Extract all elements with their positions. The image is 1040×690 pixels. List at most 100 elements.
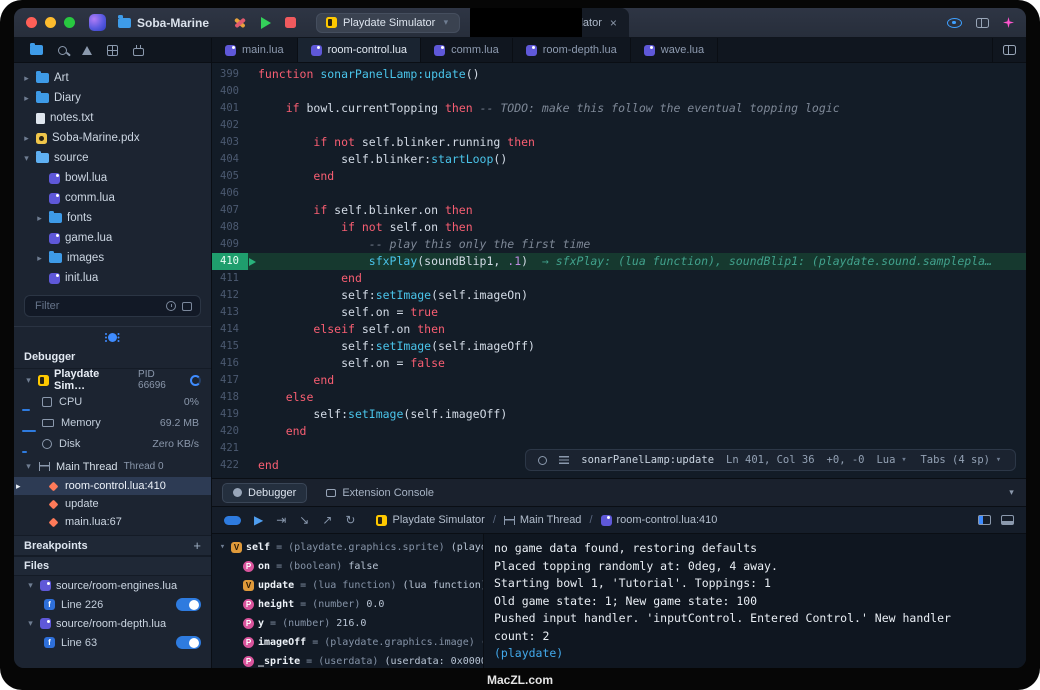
continue-button[interactable] bbox=[254, 514, 263, 526]
code-line-402[interactable]: 402 bbox=[212, 117, 1026, 134]
line-number[interactable]: 399 bbox=[212, 66, 248, 83]
line-number[interactable]: 414 bbox=[212, 321, 248, 338]
build-tools-icon[interactable] bbox=[233, 16, 247, 29]
variable-imageOff[interactable]: PimageOff = (playdate.graphics.image) (p… bbox=[212, 633, 483, 652]
tree-item-images[interactable]: images bbox=[14, 248, 211, 268]
file-tab-room-control.lua[interactable]: room-control.lua bbox=[298, 38, 421, 62]
code-line-417[interactable]: 417 end bbox=[212, 372, 1026, 389]
code-line-407[interactable]: 407 if self.blinker.on then bbox=[212, 202, 1026, 219]
tree-item-Soba-Marine.pdx[interactable]: Soba-Marine.pdx bbox=[14, 128, 211, 148]
files-sidebar-icon[interactable] bbox=[30, 45, 43, 55]
line-number[interactable]: 421 bbox=[212, 440, 248, 457]
cursor-position[interactable]: Ln 401, Col 36 bbox=[726, 454, 815, 466]
code-line-413[interactable]: 413 self.on = true bbox=[212, 304, 1026, 321]
breadcrumb-Playdate Simulator[interactable]: Playdate Simulator bbox=[376, 514, 484, 526]
code-line-399[interactable]: 399function sonarPanelLamp:update() bbox=[212, 66, 1026, 83]
tree-item-fonts[interactable]: fonts bbox=[14, 208, 211, 228]
file-tab-comm.lua[interactable]: comm.lua bbox=[421, 38, 513, 62]
line-number[interactable]: 400 bbox=[212, 83, 248, 100]
line-number[interactable]: 420 bbox=[212, 423, 248, 440]
tree-item-init.lua[interactable]: init.lua bbox=[14, 268, 211, 288]
breakpoint-file-row[interactable]: source/room-depth.lua bbox=[14, 614, 211, 633]
thread-row[interactable]: Main Thread Thread 0 bbox=[14, 456, 211, 477]
code-line-401[interactable]: 401 if bowl.currentTopping then -- TODO:… bbox=[212, 100, 1026, 117]
debugger-bug-icon[interactable] bbox=[108, 333, 117, 342]
tree-item-notes.txt[interactable]: notes.txt bbox=[14, 108, 211, 128]
line-number[interactable]: 412 bbox=[212, 287, 248, 304]
line-number[interactable]: 413 bbox=[212, 304, 248, 321]
line-number[interactable]: 419 bbox=[212, 406, 248, 423]
recent-clock-icon[interactable] bbox=[166, 301, 176, 311]
code-line-410[interactable]: 410 sfxPlay(soundBlip1, .1) → sfxPlay: (… bbox=[212, 253, 1026, 270]
variable-_sprite[interactable]: P_sprite = (userdata) (userdata: 0x00000… bbox=[212, 652, 483, 668]
variable-height[interactable]: Pheight = (number) 0.0 bbox=[212, 595, 483, 614]
code-line-405[interactable]: 405 end bbox=[212, 168, 1026, 185]
pause-button[interactable] bbox=[224, 516, 241, 525]
line-number[interactable]: 406 bbox=[212, 185, 248, 202]
variable-y[interactable]: Py = (number) 216.0 bbox=[212, 614, 483, 633]
columns-layout-icon[interactable] bbox=[978, 515, 991, 525]
step-in-button[interactable] bbox=[299, 514, 309, 526]
run-button[interactable] bbox=[261, 17, 271, 29]
debug-process-row[interactable]: Playdate Sim… PID 66696 bbox=[14, 369, 211, 391]
code-line-419[interactable]: 419 self:setImage(self.imageOff) bbox=[212, 406, 1026, 423]
breakpoint-toggle[interactable] bbox=[176, 598, 201, 611]
code-line-406[interactable]: 406 bbox=[212, 185, 1026, 202]
breakpoint-line-row[interactable]: Line 226 bbox=[14, 595, 211, 614]
close-tab-icon[interactable]: × bbox=[610, 16, 617, 30]
breadcrumb-room-control.lua:410[interactable]: room-control.lua:410 bbox=[601, 514, 718, 526]
code-line-415[interactable]: 415 self:setImage(self.imageOff) bbox=[212, 338, 1026, 355]
code-line-411[interactable]: 411 end bbox=[212, 270, 1026, 287]
symbols-grid-icon[interactable] bbox=[107, 45, 118, 56]
variable-on[interactable]: Pon = (boolean) false bbox=[212, 557, 483, 576]
line-number[interactable]: 410 bbox=[212, 253, 248, 270]
file-tab-room-depth.lua[interactable]: room-depth.lua bbox=[513, 38, 631, 62]
variable-update[interactable]: Vupdate = (lua function) (lua function) bbox=[212, 576, 483, 595]
code-line-403[interactable]: 403 if not self.blinker.running then bbox=[212, 134, 1026, 151]
restart-button[interactable] bbox=[345, 514, 355, 526]
tab-debugger[interactable]: Debugger bbox=[222, 483, 307, 503]
breakpoint-line-row[interactable]: Line 63 bbox=[14, 633, 211, 652]
line-number[interactable]: 409 bbox=[212, 236, 248, 253]
line-number[interactable]: 407 bbox=[212, 202, 248, 219]
current-symbol[interactable]: sonarPanelLamp:update bbox=[581, 454, 714, 466]
code-line-409[interactable]: 409 -- play this only the first time bbox=[212, 236, 1026, 253]
sparkle-icon[interactable] bbox=[1003, 17, 1014, 28]
simulator-window-tab[interactable]: ulator × bbox=[478, 8, 629, 38]
outline-icon[interactable] bbox=[559, 456, 569, 464]
search-icon[interactable] bbox=[58, 46, 67, 55]
extensions-icon[interactable] bbox=[133, 48, 144, 56]
line-number[interactable]: 402 bbox=[212, 117, 248, 134]
line-number[interactable]: 405 bbox=[212, 168, 248, 185]
file-tab-wave.lua[interactable]: wave.lua bbox=[631, 38, 718, 62]
minimize-window-button[interactable] bbox=[45, 17, 56, 28]
zoom-window-button[interactable] bbox=[64, 17, 75, 28]
tree-item-comm.lua[interactable]: comm.lua bbox=[14, 188, 211, 208]
stack-frame-update[interactable]: update bbox=[14, 495, 211, 513]
line-number[interactable]: 418 bbox=[212, 389, 248, 406]
stack-frame-main.lua:67[interactable]: main.lua:67 bbox=[14, 513, 211, 531]
line-number[interactable]: 417 bbox=[212, 372, 248, 389]
code-line-404[interactable]: 404 self.blinker:startLoop() bbox=[212, 151, 1026, 168]
breakpoint-toggle[interactable] bbox=[176, 636, 201, 649]
breakpoint-file-row[interactable]: source/room-engines.lua bbox=[14, 576, 211, 595]
preview-eye-icon[interactable] bbox=[947, 18, 962, 28]
line-number[interactable]: 416 bbox=[212, 355, 248, 372]
console-panel[interactable]: no game data found, restoring defaultsPl… bbox=[484, 534, 1026, 668]
breadcrumb-Main Thread[interactable]: Main Thread bbox=[504, 514, 582, 526]
code-line-400[interactable]: 400 bbox=[212, 83, 1026, 100]
stack-frame-room-control.lua:410[interactable]: room-control.lua:410 bbox=[14, 477, 211, 495]
split-editor-icon[interactable] bbox=[1003, 45, 1016, 55]
indent-selector[interactable]: Tabs (4 sp) bbox=[920, 454, 1003, 466]
file-tab-main.lua[interactable]: main.lua bbox=[212, 38, 298, 62]
scope-filter-icon[interactable] bbox=[182, 302, 192, 311]
variable-self[interactable]: Vself = (playdate.graphics.sprite) (play… bbox=[212, 538, 483, 557]
project-switcher[interactable]: Soba-Marine bbox=[118, 16, 209, 30]
issues-icon[interactable] bbox=[82, 46, 92, 55]
run-scheme-selector[interactable]: Playdate Simulator bbox=[316, 13, 460, 33]
language-selector[interactable]: Lua bbox=[876, 454, 908, 466]
line-number[interactable]: 422 bbox=[212, 457, 248, 474]
code-line-414[interactable]: 414 elseif self.on then bbox=[212, 321, 1026, 338]
step-out-button[interactable] bbox=[322, 514, 332, 526]
code-line-408[interactable]: 408 if not self.on then bbox=[212, 219, 1026, 236]
